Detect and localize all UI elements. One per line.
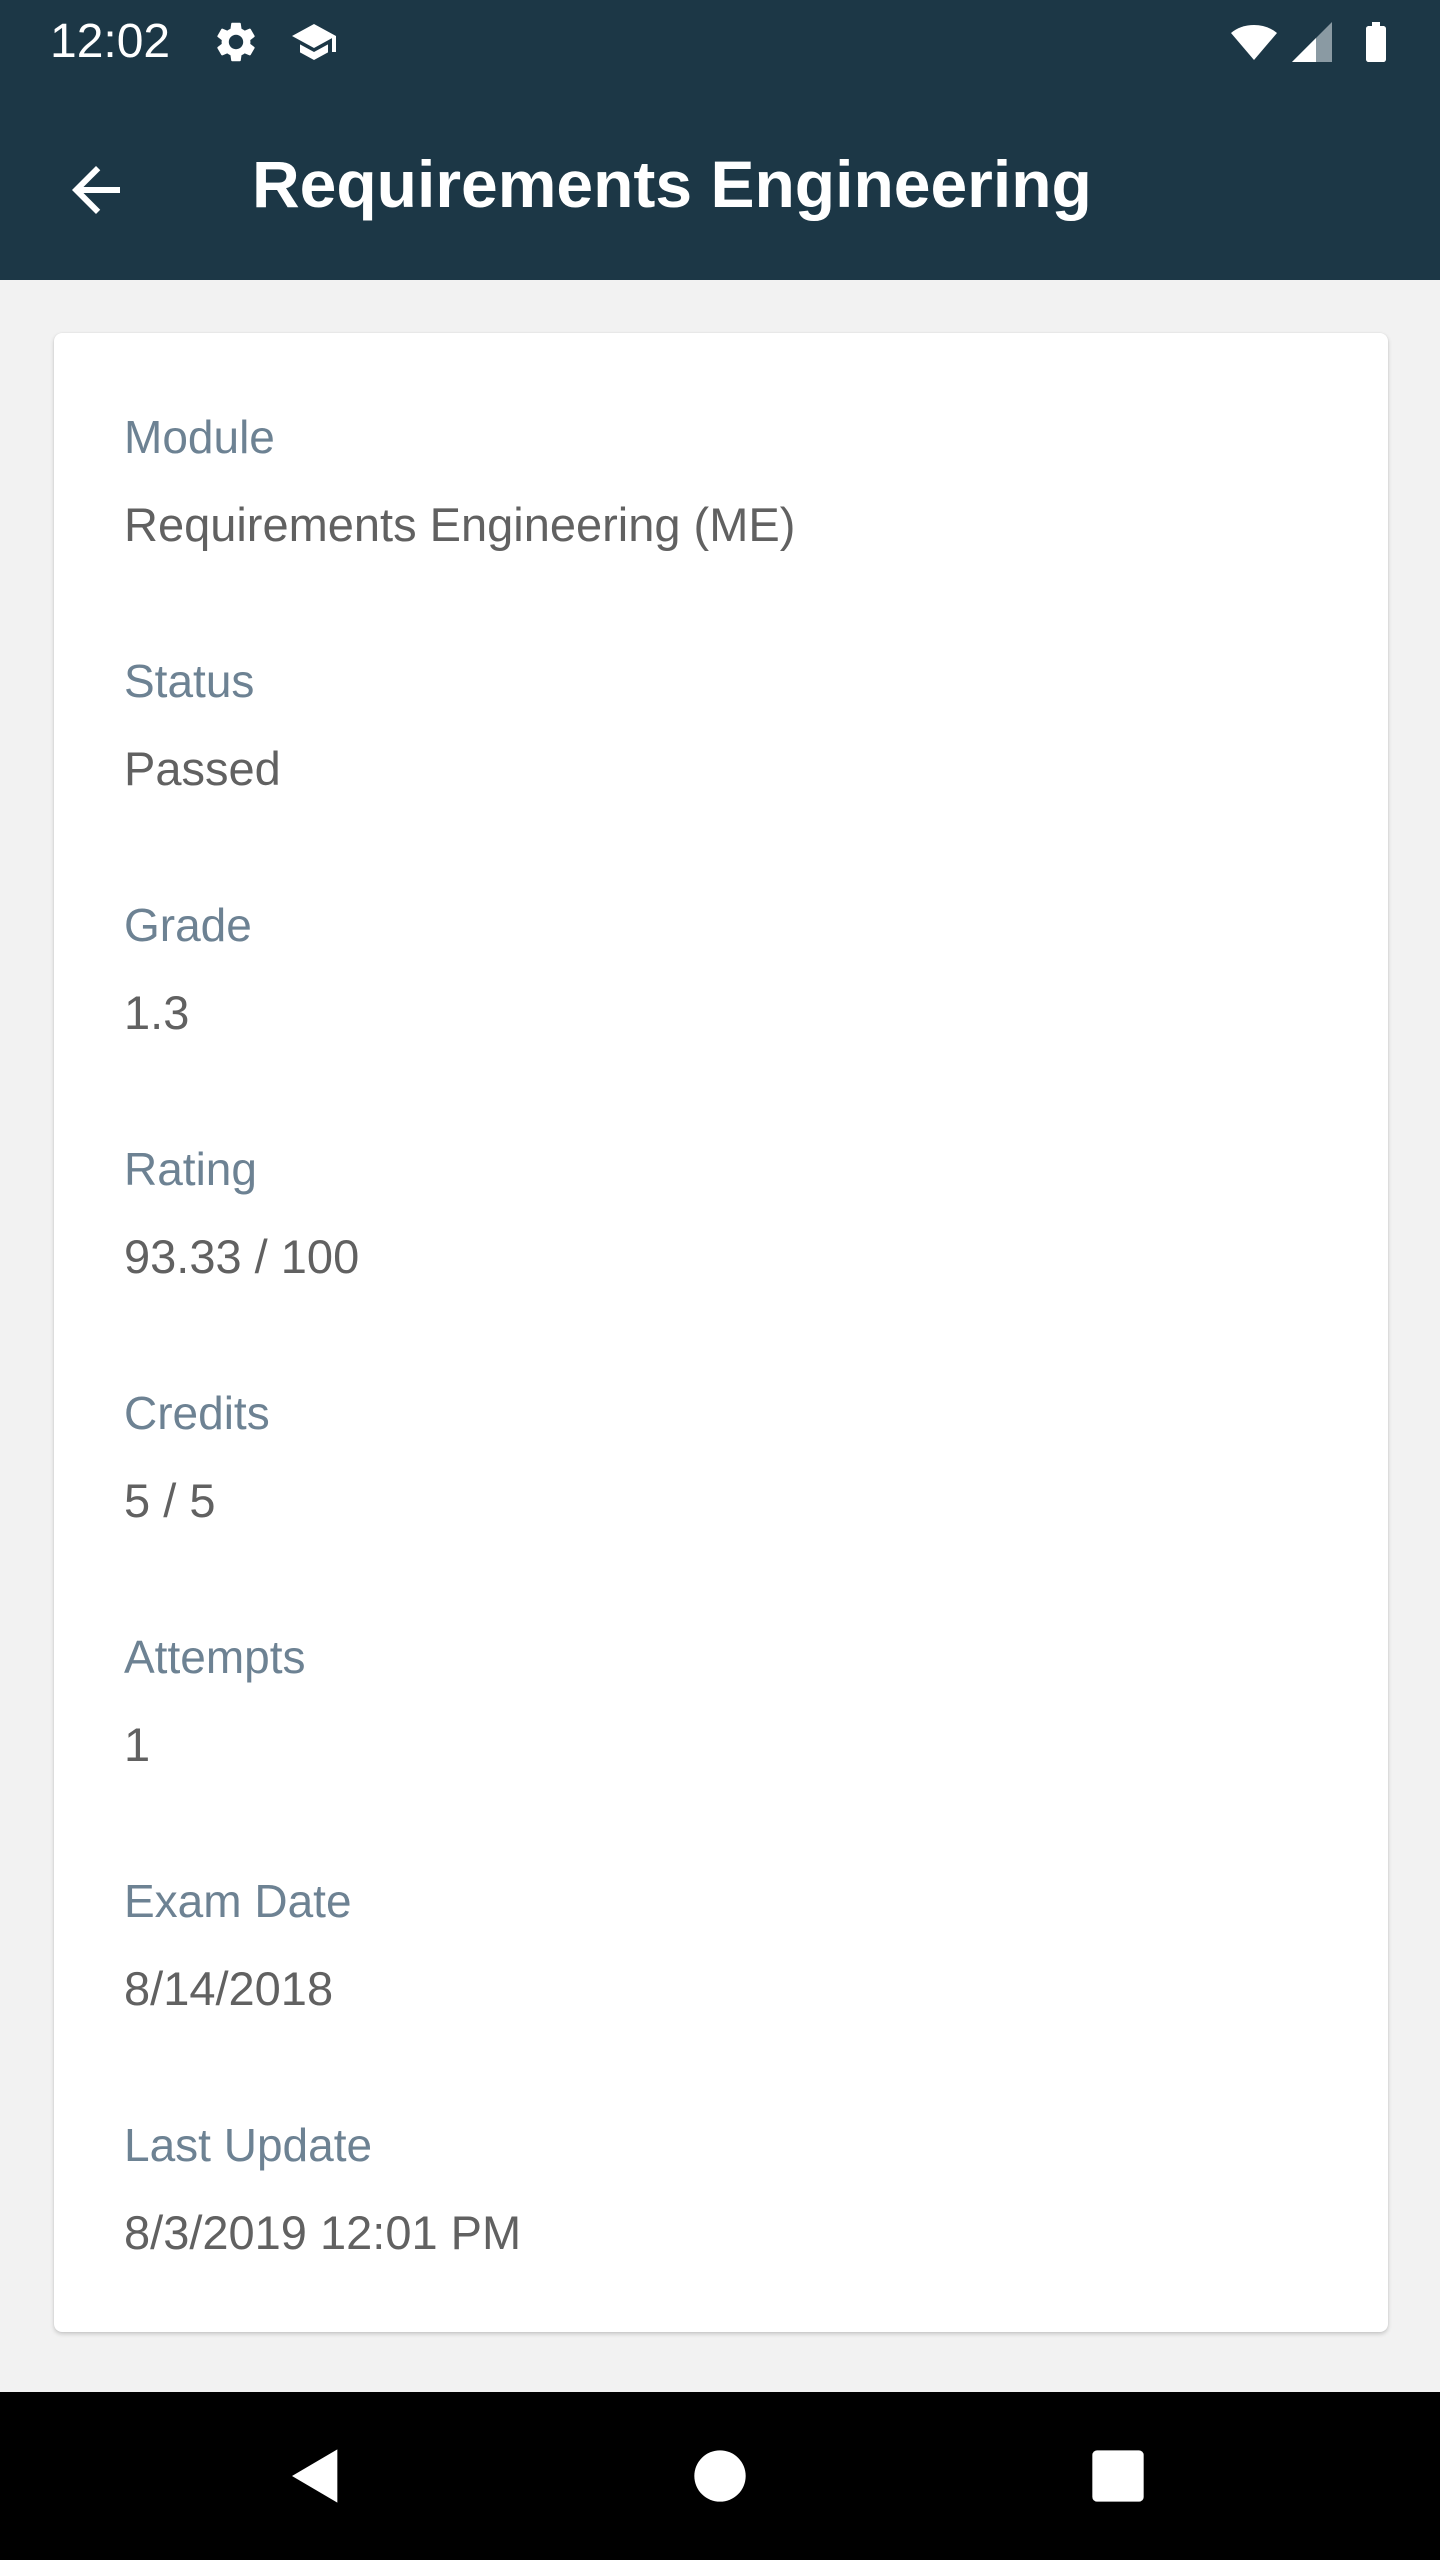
detail-label: Last Update xyxy=(124,2119,373,2171)
detail-label: Exam Date xyxy=(124,1875,352,1927)
detail-value: 5 / 5 xyxy=(124,1474,216,1527)
home-circle-icon xyxy=(694,2450,746,2502)
status-bar: 12:02 xyxy=(0,0,1440,84)
status-time: 12:02 xyxy=(50,15,171,68)
detail-row-attempts: Attempts 1 xyxy=(124,1630,306,1773)
detail-label: Credits xyxy=(124,1387,270,1439)
detail-row-credits: Credits 5 / 5 xyxy=(124,1386,270,1529)
detail-row-exam-date: Exam Date 8/14/2018 xyxy=(124,1874,352,2017)
page-title: Requirements Engineering xyxy=(252,147,1092,221)
detail-row-grade: Grade 1.3 xyxy=(124,898,252,1041)
detail-value: Requirements Engineering (ME) xyxy=(124,498,796,551)
battery-icon xyxy=(1366,22,1386,62)
detail-label: Status xyxy=(124,655,255,707)
back-triangle-icon xyxy=(292,2449,338,2503)
back-button[interactable] xyxy=(40,134,152,246)
arrow-back-icon xyxy=(72,166,120,214)
detail-value: 8/14/2018 xyxy=(124,1962,334,2015)
app-bar: Requirements Engineering xyxy=(0,84,1440,280)
recents-square-icon xyxy=(1092,2450,1144,2502)
detail-row-rating: Rating 93.33 / 100 xyxy=(124,1142,359,1285)
nav-back-button[interactable] xyxy=(266,2426,366,2526)
wifi-icon xyxy=(1231,25,1277,60)
navigation-bar xyxy=(0,2392,1440,2560)
settings-icon xyxy=(217,22,255,62)
detail-row-module: Module Requirements Engineering (ME) xyxy=(124,410,795,553)
detail-value: 1 xyxy=(124,1718,151,1771)
detail-row-status: Status Passed xyxy=(124,654,281,797)
detail-label: Rating xyxy=(124,1143,257,1195)
detail-value: Passed xyxy=(124,742,281,795)
detail-row-last-update: Last Update 8/3/2019 12:01 PM xyxy=(124,2118,521,2261)
detail-value: 8/3/2019 12:01 PM xyxy=(124,2206,522,2259)
school-icon xyxy=(292,24,336,60)
detail-label: Module xyxy=(124,411,275,463)
signal-icon xyxy=(1292,22,1332,62)
details-card: Module Requirements Engineering (ME) Sta… xyxy=(54,333,1388,2332)
detail-value: 93.33 / 100 xyxy=(124,1230,360,1283)
nav-recents-button[interactable] xyxy=(1068,2426,1168,2526)
detail-label: Attempts xyxy=(124,1631,306,1683)
detail-value: 1.3 xyxy=(124,986,190,1039)
detail-label: Grade xyxy=(124,899,252,951)
nav-home-button[interactable] xyxy=(670,2426,770,2526)
